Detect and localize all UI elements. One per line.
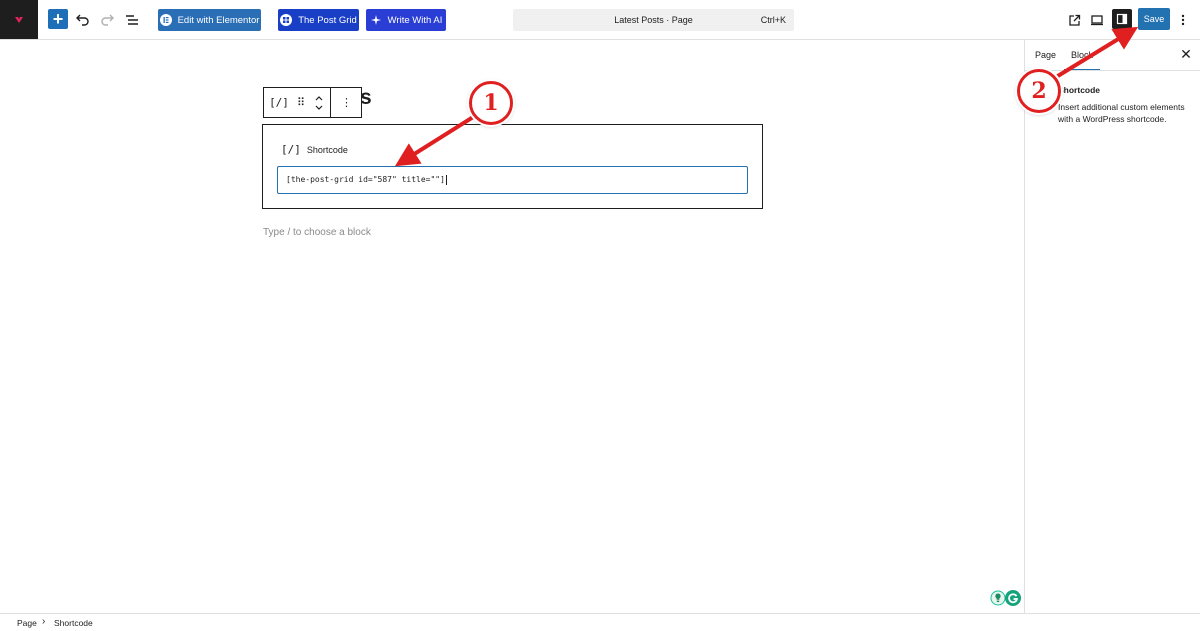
move-up-down-icon [315, 95, 323, 110]
the-post-grid-label: The Post Grid [298, 14, 357, 26]
block-appender-placeholder[interactable]: Type / to choose a block [263, 227, 371, 238]
breadcrumb-page[interactable]: Page [17, 618, 37, 628]
edit-with-elementor-button[interactable]: Edit with Elementor [158, 9, 261, 31]
block-mover[interactable] [308, 88, 330, 117]
block-type-button[interactable]: [/] [264, 88, 294, 117]
redo-button[interactable] [96, 9, 118, 31]
document-overview-button[interactable] [121, 9, 143, 31]
tab-block[interactable]: Block [1064, 40, 1100, 70]
options-menu-button[interactable] [1172, 9, 1194, 31]
breadcrumb-shortcode[interactable]: Shortcode [54, 618, 93, 628]
more-vertical-icon [1181, 14, 1185, 26]
undo-button[interactable] [72, 9, 94, 31]
view-page-button[interactable] [1063, 9, 1085, 31]
block-toolbar: [/] ⠿ ⋮ [263, 87, 362, 118]
edit-with-elementor-label: Edit with Elementor [177, 14, 260, 26]
sidebar-panel-icon [1116, 13, 1128, 25]
save-button[interactable]: Save [1138, 8, 1170, 30]
command-shortcut-hint: Ctrl+K [760, 15, 786, 25]
command-palette-bar[interactable]: Latest Posts · Page Ctrl+K [513, 9, 794, 31]
tab-page[interactable]: Page [1035, 40, 1056, 70]
shortcode-block-header: [/] Shortcode [281, 143, 348, 156]
drag-handle[interactable]: ⠿ [294, 88, 308, 117]
shortcode-block[interactable]: [/] Shortcode [the-post-grid id="587" ti… [262, 124, 763, 209]
post-grid-icon [280, 14, 293, 27]
external-link-icon [1068, 14, 1080, 26]
breadcrumb: Page › Shortcode [0, 613, 1200, 631]
the-post-grid-button[interactable]: The Post Grid [278, 9, 359, 31]
settings-toggle-button[interactable] [1112, 9, 1132, 29]
shortcode-input-value: [the-post-grid id="587" title=""] [286, 175, 445, 184]
shortcode-block-label: Shortcode [306, 144, 348, 155]
sparkle-icon [370, 14, 382, 27]
breadcrumb-separator-icon: › [42, 616, 46, 627]
sidebar-divider [1025, 70, 1200, 71]
grammarly-widget[interactable] [989, 589, 1025, 607]
block-card-title: Shortcode [1058, 85, 1101, 95]
site-logo-icon [15, 16, 23, 23]
elementor-icon [159, 14, 172, 27]
text-caret [445, 174, 447, 185]
shortcode-input[interactable]: [the-post-grid id="587" title=""] [277, 166, 748, 194]
site-logo-button[interactable] [0, 0, 38, 39]
write-with-ai-button[interactable]: Write With AI [366, 9, 446, 31]
settings-sidebar: Page Block ✕ Shortcode Insert additional… [1024, 40, 1200, 613]
undo-icon [76, 14, 89, 26]
drag-handle-icon: ⠿ [296, 96, 306, 109]
editor-top-toolbar: + Edit with Elementor The Post Grid Writ… [0, 0, 1200, 40]
add-block-button[interactable]: + [48, 9, 68, 29]
annotation-step-1-badge: 1 [469, 81, 513, 125]
tab-block-label: Block [1070, 50, 1093, 60]
grammarly-icon [990, 590, 1021, 606]
close-sidebar-button[interactable]: ✕ [1178, 46, 1194, 62]
close-icon: ✕ [1180, 46, 1192, 62]
document-title: Latest Posts · Page [614, 15, 693, 25]
desktop-icon [1091, 15, 1103, 26]
preview-device-button[interactable] [1086, 9, 1108, 31]
block-options-button[interactable]: ⋮ [331, 88, 362, 117]
list-view-icon [126, 15, 138, 25]
more-vertical-icon: ⋮ [341, 96, 352, 109]
save-label: Save [1143, 14, 1165, 24]
shortcode-icon: [/] [269, 96, 289, 109]
redo-icon [101, 14, 114, 26]
write-with-ai-label: Write With AI [387, 14, 443, 26]
plus-icon: + [52, 9, 64, 29]
shortcode-icon: [/] [281, 143, 301, 156]
block-card-description: Insert additional custom elements with a… [1058, 102, 1185, 124]
annotation-step-2-badge: 2 [1017, 69, 1061, 113]
